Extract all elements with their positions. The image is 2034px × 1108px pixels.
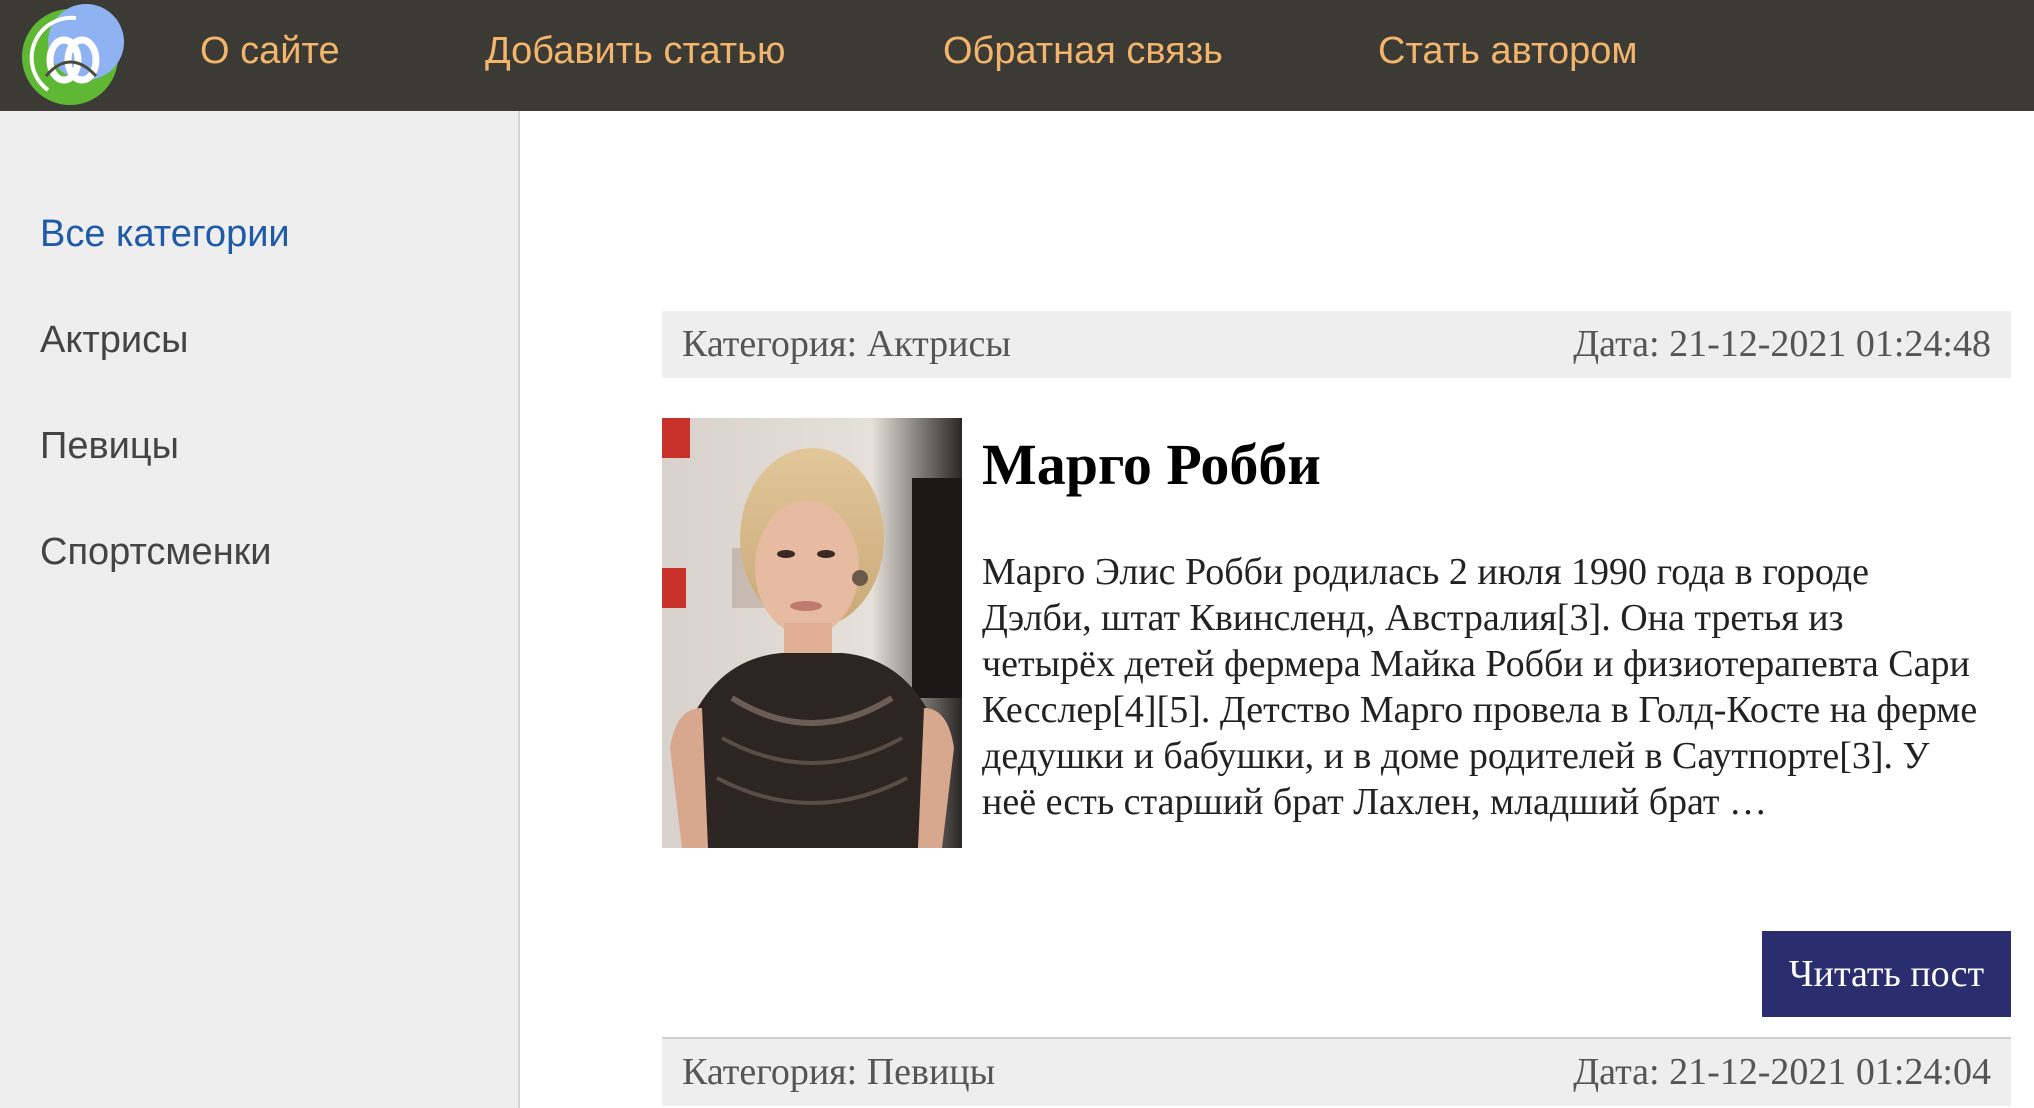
post-date: Дата: 21-12-2021 01:24:48: [1573, 323, 1991, 365]
read-post-button[interactable]: Читать пост: [1762, 931, 2011, 1017]
post-category: Категория: Актрисы: [682, 323, 1011, 365]
sidebar-item-sportswomen[interactable]: Спортсменки: [40, 527, 272, 577]
post-category: Категория: Певицы: [682, 1051, 996, 1093]
post-excerpt: Марго Элис Робби родилась 2 июля 1990 го…: [982, 551, 1978, 823]
sidebar-item-actresses[interactable]: Актрисы: [40, 315, 188, 365]
sidebar-item-singers[interactable]: Певицы: [40, 421, 179, 471]
nav-add-article[interactable]: Добавить статью: [485, 24, 785, 78]
nav-about[interactable]: О сайте: [200, 24, 340, 78]
post-meta-bar: Категория: Певицы Дата: 21-12-2021 01:24…: [662, 1039, 2011, 1106]
post-meta-bar: Категория: Актрисы Дата: 21-12-2021 01:2…: [662, 311, 2011, 378]
site-logo-icon[interactable]: [18, 2, 124, 106]
post-photo[interactable]: [662, 418, 962, 848]
top-navigation-bar: О сайте Добавить статью Обратная связь С…: [0, 0, 2034, 111]
post-title[interactable]: Марго Робби: [982, 430, 1321, 500]
category-sidebar: Все категории Актрисы Певицы Спортсменки: [0, 111, 520, 1108]
sidebar-item-all-categories[interactable]: Все категории: [40, 209, 290, 259]
post-date: Дата: 21-12-2021 01:24:04: [1573, 1051, 1991, 1093]
nav-feedback[interactable]: Обратная связь: [943, 24, 1223, 78]
nav-become-author[interactable]: Стать автором: [1378, 24, 1637, 78]
